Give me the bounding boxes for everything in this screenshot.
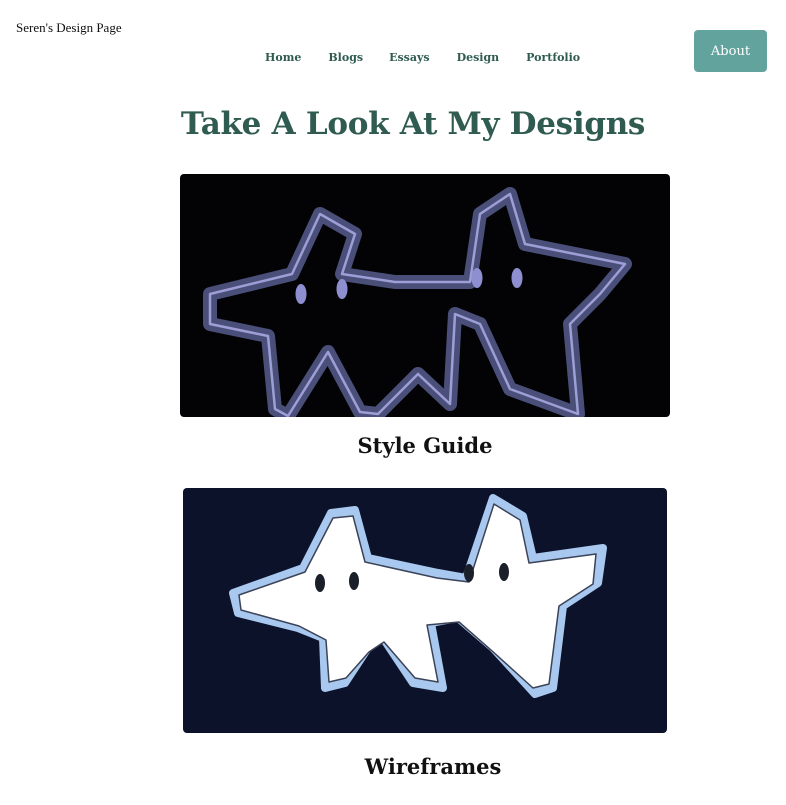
main-nav: Home Blogs Essays Design Portfolio <box>265 51 580 64</box>
eye-shape <box>511 268 523 288</box>
two-stars-outline-icon <box>203 187 632 417</box>
eye-shape <box>499 563 509 581</box>
site-title: Seren's Design Page <box>16 20 122 35</box>
style-guide-image[interactable] <box>180 174 670 417</box>
card-caption-style-guide: Style Guide <box>357 433 493 458</box>
eye-shape <box>295 284 307 304</box>
two-stars-filled-icon <box>229 494 607 698</box>
about-button[interactable]: About <box>694 30 767 72</box>
eye-shape <box>464 564 474 582</box>
eye-shape <box>471 268 483 288</box>
page-title: Take A Look At My Designs <box>180 106 646 142</box>
nav-link-portfolio[interactable]: Portfolio <box>526 51 580 64</box>
nav-link-blogs[interactable]: Blogs <box>328 51 363 64</box>
wireframes-image[interactable] <box>183 488 667 733</box>
nav-link-design[interactable]: Design <box>457 51 500 64</box>
eye-shape <box>349 572 359 590</box>
card-caption-wireframes: Wireframes <box>364 754 502 779</box>
nav-link-home[interactable]: Home <box>265 51 301 64</box>
eye-shape <box>315 574 325 592</box>
nav-link-essays[interactable]: Essays <box>389 51 429 64</box>
eye-shape <box>336 279 348 299</box>
